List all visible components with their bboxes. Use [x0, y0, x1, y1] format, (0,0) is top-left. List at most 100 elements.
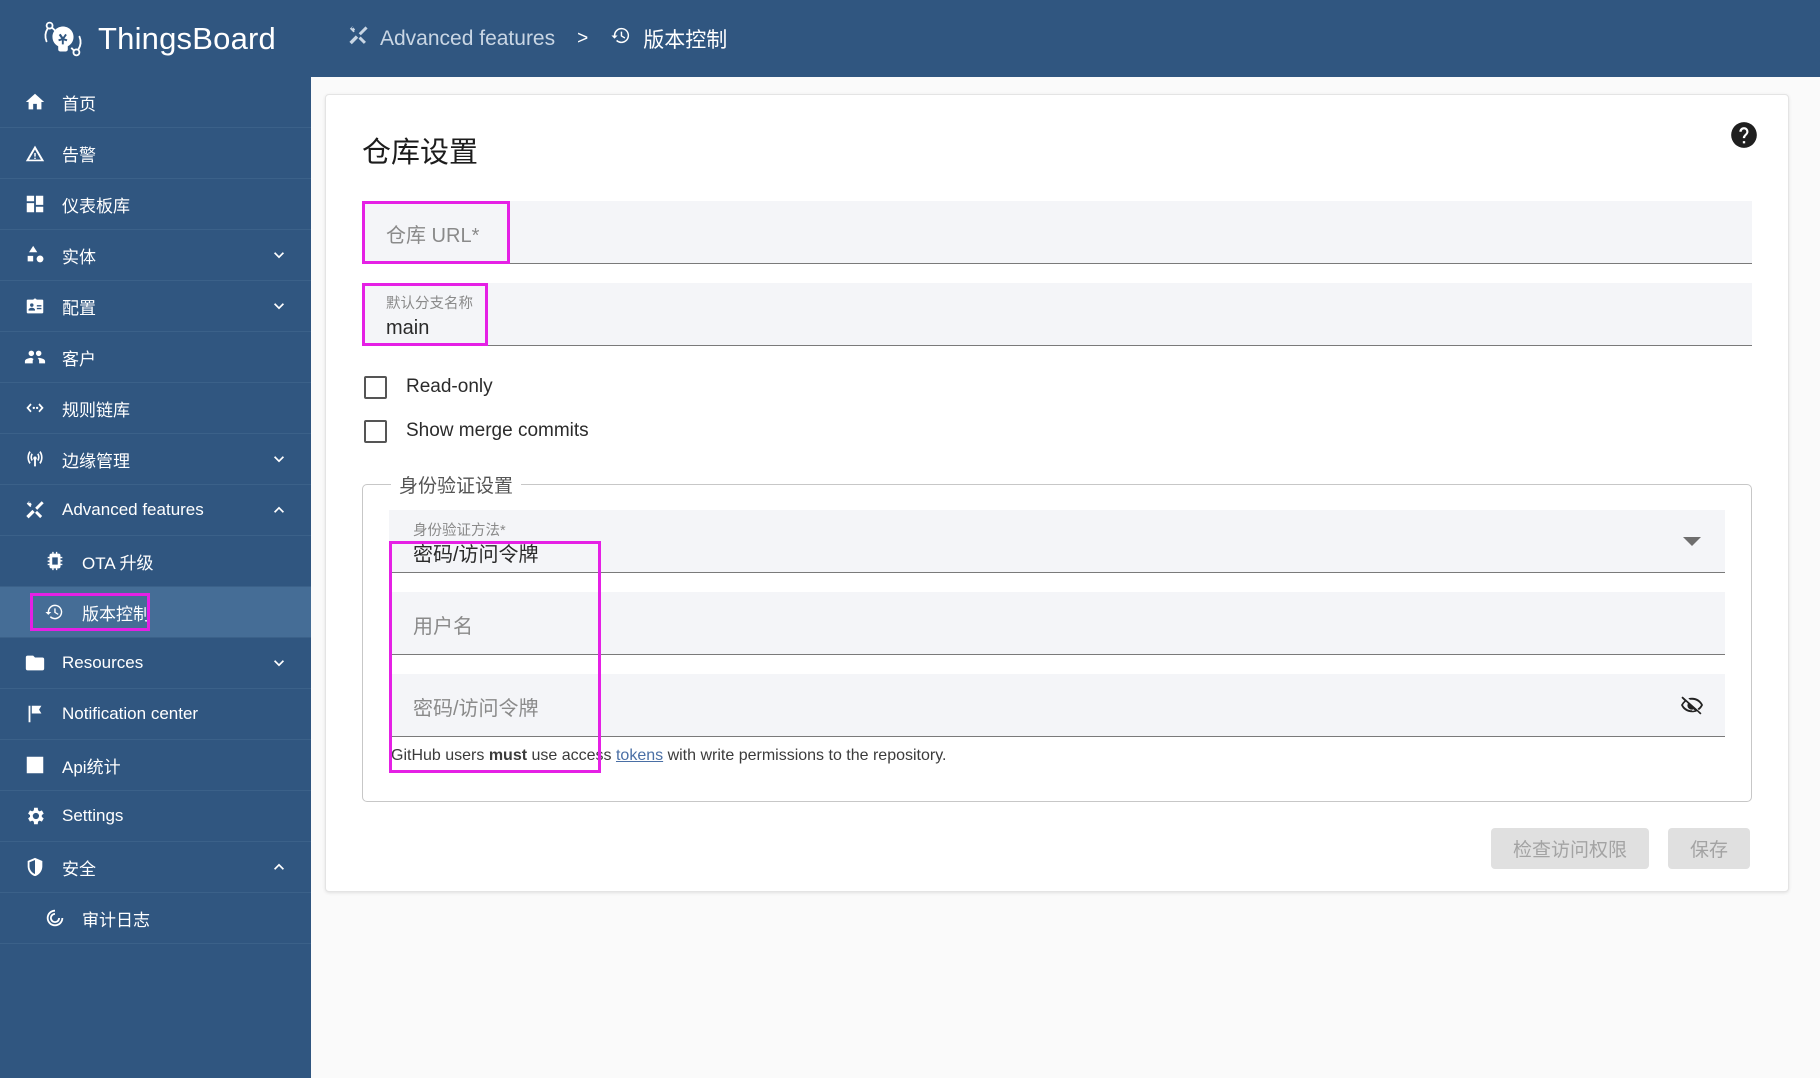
- brand[interactable]: ThingsBoard: [0, 0, 311, 77]
- sidebar-item-settings[interactable]: Settings: [0, 791, 311, 842]
- gear-icon: [22, 803, 48, 829]
- username-field[interactable]: 用户名: [389, 592, 1725, 655]
- breadcrumb-parent[interactable]: Advanced features: [347, 24, 555, 53]
- topbar: Advanced features > 版本控制: [311, 0, 1820, 77]
- sidebar-item-customers[interactable]: 客户: [0, 332, 311, 383]
- sidebar-item-profiles[interactable]: 配置: [0, 281, 311, 332]
- read-only-checkbox-row[interactable]: Read-only: [362, 365, 1752, 409]
- sidebar-item-label: 告警: [62, 145, 96, 165]
- sidebar-item-edge-management[interactable]: 边缘管理: [0, 434, 311, 485]
- sidebar-item-label: 版本控制: [82, 604, 150, 624]
- form-actions: 检查访问权限 保存: [362, 828, 1752, 869]
- caret-down-icon[interactable]: [1679, 528, 1705, 554]
- sidebar-item-dashboards[interactable]: 仪表板库: [0, 179, 311, 230]
- sidebar-item-label: 边缘管理: [62, 451, 130, 471]
- repository-url-field[interactable]: 仓库 URL*: [362, 201, 1752, 264]
- sidebar-item-label: OTA 升级: [82, 553, 154, 573]
- content-area: 仓库设置 仓库 URL* 默认分支名称 main Read-only Show …: [311, 77, 1820, 1078]
- sidebar-item-label: Settings: [62, 806, 124, 825]
- sidebar-item-label: Api统计: [62, 757, 121, 777]
- sidebar-item-home[interactable]: 首页: [0, 77, 311, 128]
- history-clock-icon: [42, 599, 68, 625]
- sidebar-item-audit-logs[interactable]: 审计日志: [0, 893, 311, 944]
- sidebar: ThingsBoard 首页 告警 仪表板库 实体 配置 客户 规则链库 边缘管…: [0, 0, 311, 1078]
- chevron-down-icon[interactable]: [269, 449, 289, 469]
- tokens-link[interactable]: tokens: [616, 747, 663, 764]
- repository-url-placeholder: 仓库 URL*: [386, 225, 480, 247]
- hint-middle: use access: [527, 747, 616, 764]
- sidebar-item-advanced-features[interactable]: Advanced features: [0, 485, 311, 536]
- password-field[interactable]: 密码/访问令牌: [389, 674, 1725, 737]
- breadcrumb-parent-label: Advanced features: [380, 26, 556, 50]
- rule-chains-icon: [22, 395, 48, 421]
- sidebar-item-label: 实体: [62, 247, 96, 267]
- flag-icon: [22, 701, 48, 727]
- show-merge-commits-checkbox[interactable]: [364, 419, 387, 443]
- sidebar-item-notification-center[interactable]: Notification center: [0, 689, 311, 740]
- auth-method-select[interactable]: 身份验证方法* 密码/访问令牌: [389, 510, 1725, 573]
- breadcrumb-current[interactable]: 版本控制: [610, 24, 727, 54]
- hint-prefix: GitHub users: [391, 747, 489, 764]
- hint-suffix: with write permissions to the repository…: [663, 747, 947, 764]
- brand-name: ThingsBoard: [98, 20, 276, 56]
- breadcrumb-separator: >: [577, 27, 589, 49]
- sidebar-item-label: Resources: [62, 653, 144, 672]
- github-tokens-hint: GitHub users must use access tokens with…: [389, 747, 1725, 765]
- shield-icon: [22, 854, 48, 880]
- auth-method-label: 身份验证方法*: [413, 523, 506, 540]
- sidebar-item-label: 首页: [62, 94, 96, 114]
- read-only-checkbox[interactable]: [364, 375, 387, 399]
- sidebar-item-label: 安全: [62, 859, 96, 879]
- tools-icon: [347, 24, 370, 53]
- home-icon: [22, 89, 48, 115]
- dashboards-icon: [22, 191, 48, 217]
- bar-chart-icon: [22, 752, 48, 778]
- sidebar-item-alarms[interactable]: 告警: [0, 128, 311, 179]
- chevron-down-icon[interactable]: [269, 296, 289, 316]
- chevron-up-icon[interactable]: [269, 857, 289, 877]
- sidebar-item-entities[interactable]: 实体: [0, 230, 311, 281]
- sidebar-item-version-control[interactable]: 版本控制: [0, 587, 311, 638]
- hint-bold: must: [488, 747, 528, 764]
- sidebar-item-ota-updates[interactable]: OTA 升级: [0, 536, 311, 587]
- sidebar-item-label: Notification center: [62, 704, 199, 723]
- profiles-icon: [22, 293, 48, 319]
- help-circle-icon[interactable]: [1730, 121, 1758, 149]
- chevron-up-icon[interactable]: [269, 500, 289, 520]
- check-access-button[interactable]: 检查访问权限: [1490, 828, 1649, 869]
- sidebar-item-api-usage[interactable]: Api统计: [0, 740, 311, 791]
- authentication-settings-section: 身份验证设置 身份验证方法* 密码/访问令牌 用户名 密码/访问令牌 GitHu…: [362, 471, 1752, 802]
- app-root: ThingsBoard 首页 告警 仪表板库 实体 配置 客户 规则链库 边缘管…: [0, 0, 1820, 1078]
- chevron-down-icon[interactable]: [269, 653, 289, 673]
- repository-settings-card: 仓库设置 仓库 URL* 默认分支名称 main Read-only Show …: [325, 94, 1789, 892]
- tools-icon: [22, 497, 48, 523]
- main-area: Advanced features > 版本控制 仓库设置 仓库 URL* 默认…: [311, 0, 1820, 1078]
- default-branch-label: 默认分支名称: [386, 296, 473, 313]
- eye-off-icon[interactable]: [1679, 692, 1705, 718]
- default-branch-value: main: [386, 316, 430, 339]
- history-clock-icon: [610, 24, 633, 53]
- chip-icon: [42, 548, 68, 574]
- thingsboard-logo-icon: [40, 16, 86, 62]
- sidebar-item-label: 审计日志: [82, 910, 150, 930]
- auth-method-value: 密码/访问令牌: [413, 543, 539, 566]
- customers-icon: [22, 344, 48, 370]
- sidebar-item-label: 配置: [62, 298, 96, 318]
- audit-icon: [42, 905, 68, 931]
- sidebar-item-label: 规则链库: [62, 400, 130, 420]
- show-merge-commits-checkbox-row[interactable]: Show merge commits: [362, 409, 1752, 453]
- password-placeholder: 密码/访问令牌: [413, 698, 539, 720]
- read-only-label: Read-only: [406, 376, 493, 397]
- sidebar-item-rule-chains[interactable]: 规则链库: [0, 383, 311, 434]
- sidebar-item-security[interactable]: 安全: [0, 842, 311, 893]
- entities-icon: [22, 242, 48, 268]
- edge-management-icon: [22, 446, 48, 472]
- sidebar-item-label: 客户: [62, 349, 96, 369]
- sidebar-item-label: Advanced features: [62, 500, 204, 519]
- authentication-settings-legend: 身份验证设置: [399, 476, 514, 497]
- save-button[interactable]: 保存: [1667, 828, 1750, 869]
- folder-icon: [22, 650, 48, 676]
- chevron-down-icon[interactable]: [269, 245, 289, 265]
- sidebar-item-resources[interactable]: Resources: [0, 638, 311, 689]
- default-branch-field[interactable]: 默认分支名称 main: [362, 283, 1752, 346]
